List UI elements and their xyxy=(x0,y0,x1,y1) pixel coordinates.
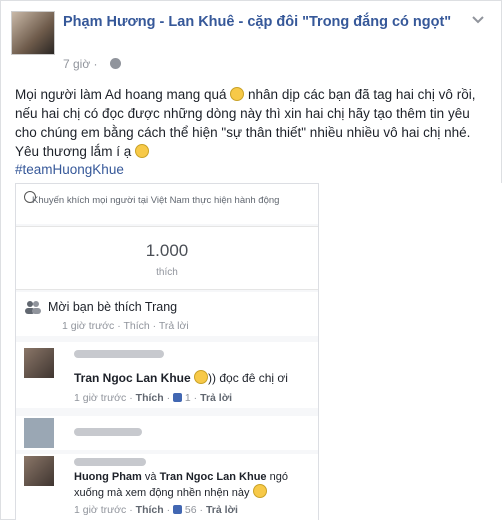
comment-tail: )) đọc đê chị ơi xyxy=(208,371,288,385)
page-title[interactable]: Phạm Hương - Lan Khuê - cặp đôi "Trong đ… xyxy=(63,13,453,32)
comment-like-count: 56 xyxy=(184,504,197,516)
wink-emoji-icon xyxy=(134,144,149,158)
comment-conj: và xyxy=(141,471,160,483)
avatar xyxy=(24,456,54,486)
comment-mention[interactable]: Tran Ngoc Lan Khue xyxy=(74,371,191,385)
promo-text: Khuyến khích mọi người tại Việt Nam thực… xyxy=(32,195,280,206)
blank-area xyxy=(319,183,502,520)
comment-mention[interactable]: Huong Pham xyxy=(74,471,142,483)
post-card: Phạm Hương - Lan Khuê - cặp đôi "Trong đ… xyxy=(0,0,502,520)
blurred-name xyxy=(74,458,146,466)
like-icon xyxy=(173,393,182,402)
comment-tail: ngó xyxy=(266,471,288,483)
comment-like-link[interactable]: Thích xyxy=(136,392,164,404)
page-avatar[interactable] xyxy=(11,11,55,55)
avatar xyxy=(24,418,54,448)
likes-count: 1.000 xyxy=(145,241,189,260)
comment-time[interactable]: 1 giờ trước xyxy=(74,392,126,404)
post-body: Mọi người làm Ad hoang mang quá nhân dịp… xyxy=(15,85,491,161)
invite-row: Mời bạn bè thích Trang xyxy=(16,292,318,322)
embedded-screenshot[interactable]: Khuyến khích mọi người tại Việt Nam thực… xyxy=(15,183,319,520)
invite-label: Mời bạn bè thích Trang xyxy=(48,300,178,314)
people-icon xyxy=(25,301,41,314)
comment-mention[interactable]: Tran Ngoc Lan Khue xyxy=(160,471,267,483)
blurred-name xyxy=(74,428,142,436)
blurred-name xyxy=(74,350,164,358)
comment-meta: 1 giờ trước · Thích · Trả lời xyxy=(62,320,189,332)
likes-label: thích xyxy=(156,267,178,278)
post-header: Phạm Hương - Lan Khuê - cặp đôi "Trong đ… xyxy=(11,11,491,71)
globe-icon xyxy=(110,58,121,69)
post-time[interactable]: 7 giờ · xyxy=(63,57,98,71)
emoji-icon xyxy=(252,484,267,498)
smile-emoji-icon xyxy=(230,87,245,101)
likes-summary: 1.000 thích xyxy=(16,226,318,290)
comment-time[interactable]: 1 giờ trước xyxy=(74,504,126,516)
like-icon xyxy=(173,505,182,514)
hashtag-link[interactable]: #teamHuongKhue xyxy=(15,162,124,177)
comment-line2: xuống mà xem động nhền nhện này xyxy=(74,487,250,499)
post-text-part2: nhân dịp các bạn đã tag hai chị vô xyxy=(244,87,453,102)
comment-text: Tran Ngoc Lan Khue )) đọc đê chị ơi xyxy=(74,370,288,385)
comment-row: Huong Pham và Tran Ngoc Lan Khue ngó xuố… xyxy=(16,454,318,520)
comment-reply-link[interactable]: Trả lời xyxy=(206,504,238,516)
comment-row xyxy=(16,416,318,450)
comment-like-count: 1 xyxy=(184,392,191,404)
comment-text: Huong Pham và Tran Ngoc Lan Khue ngó xuố… xyxy=(74,470,314,500)
comment-row: Tran Ngoc Lan Khue )) đọc đê chị ơi 1 gi… xyxy=(16,342,318,408)
emoji-icon xyxy=(194,370,209,384)
chevron-down-icon[interactable] xyxy=(471,15,485,25)
comment-meta: 1 giờ trước · Thích · 56 · Trả lời xyxy=(74,504,238,516)
comment-row: 1 giờ trước · Thích · Trả lời xyxy=(16,320,318,336)
promo-bar: Khuyến khích mọi người tại Việt Nam thực… xyxy=(16,184,318,224)
comment-like-link[interactable]: Thích xyxy=(136,504,164,516)
avatar xyxy=(24,348,54,378)
post-text-part1: Mọi người làm Ad hoang mang quá xyxy=(15,87,231,102)
comment-meta: 1 giờ trước · Thích · 1 · Trả lời xyxy=(74,392,233,404)
comment-reply-link[interactable]: Trả lời xyxy=(200,392,232,404)
